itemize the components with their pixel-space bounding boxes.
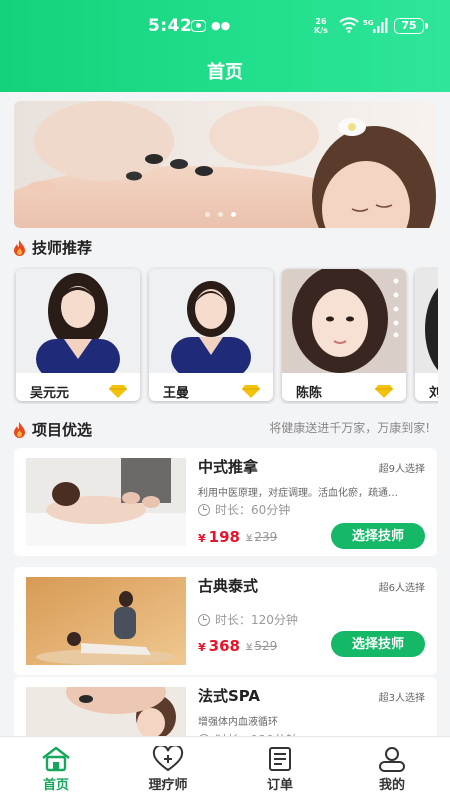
- therapist-name: 王曼: [163, 386, 190, 401]
- project-price: ¥198: [198, 528, 240, 546]
- diamond-badge-icon: [109, 385, 127, 398]
- tab-label: 首页: [42, 778, 69, 793]
- battery-indicator: 75: [394, 18, 428, 34]
- diamond-badge-icon: [375, 385, 393, 398]
- project-price: ¥368: [198, 637, 240, 655]
- clock-icon: [198, 503, 210, 516]
- diamond-badge-icon: [242, 385, 260, 398]
- therapist-card[interactable]: 刘: [415, 269, 438, 401]
- original-price-value: 529: [254, 639, 278, 653]
- therapist-carousel[interactable]: 吴元元 王曼 陈陈 刘: [10, 266, 438, 404]
- choose-therapist-button[interactable]: 选择技师: [331, 631, 425, 657]
- page-title: 首页: [207, 62, 243, 83]
- project-description: 增强体内血液循环: [198, 717, 278, 728]
- eye-protection-icon: [191, 20, 206, 32]
- order-list-icon: [269, 747, 291, 771]
- project-section-header: 项目优选: [12, 419, 92, 440]
- tab-home[interactable]: 首页: [0, 737, 112, 800]
- home-icon: [42, 746, 70, 772]
- project-description: 利用中医原理，对症调理。活血化瘀，疏通…: [198, 488, 398, 499]
- app-header: 5:42 ●● 26 K/s 5G 75 首页: [0, 0, 450, 92]
- project-card[interactable]: 中式推拿 超9人选择 利用中医原理，对症调理。活血化瘀，疏通… 时长：60分钟 …: [14, 448, 437, 556]
- flame-icon: [14, 239, 25, 256]
- project-original-price: ¥239: [246, 530, 277, 544]
- project-card[interactable]: 古典泰式 超6人选择 时长：120分钟 ¥368 ¥529 选择技师: [14, 567, 437, 675]
- price-value: 368: [208, 637, 240, 655]
- therapist-card[interactable]: 吴元元: [16, 269, 140, 401]
- network-speed-unit: K/s: [314, 26, 328, 35]
- bottom-tab-bar: 首页 理疗师 订单 我的: [0, 736, 450, 800]
- project-image: [26, 458, 186, 546]
- therapist-section-title: 技师推荐: [32, 239, 93, 257]
- banner-image: [14, 101, 436, 228]
- project-original-price: ¥529: [246, 639, 277, 653]
- status-bar: 5:42 ●● 26 K/s 5G 75: [0, 16, 450, 38]
- therapist-section-header: 技师推荐: [12, 237, 92, 258]
- network-speed: 26 K/s: [314, 17, 328, 35]
- project-popularity: 超3人选择: [378, 693, 425, 704]
- tab-orders[interactable]: 订单: [224, 737, 336, 800]
- project-popularity: 超9人选择: [378, 464, 425, 475]
- project-duration: 时长：120分钟: [198, 611, 298, 628]
- project-title: 中式推拿: [198, 458, 259, 476]
- project-section-slogan: 将健康送进千万家，万康到家!: [269, 421, 430, 435]
- project-duration: 时长：60分钟: [198, 501, 290, 518]
- tab-label: 订单: [266, 778, 293, 793]
- original-price-currency: ¥: [246, 533, 253, 544]
- project-popularity: 超6人选择: [378, 583, 425, 594]
- project-title: 古典泰式: [198, 577, 259, 595]
- therapist-card[interactable]: 陈陈: [282, 269, 406, 401]
- banner-dot[interactable]: [218, 212, 223, 217]
- price-value: 198: [208, 528, 240, 546]
- tab-label: 我的: [378, 778, 405, 793]
- project-duration-text: 时长：60分钟: [215, 503, 291, 517]
- therapist-photo: [415, 269, 438, 373]
- promo-banner[interactable]: [14, 101, 436, 228]
- clock-icon: [198, 613, 210, 626]
- network-speed-value: 26: [315, 17, 327, 26]
- therapist-photo: [282, 269, 406, 373]
- price-currency: ¥: [198, 532, 206, 545]
- user-icon: [379, 747, 405, 772]
- therapist-name: 吴元元: [30, 386, 70, 401]
- banner-pagination: [205, 212, 236, 217]
- signal-type-label: 5G: [363, 19, 374, 27]
- banner-dot-active[interactable]: [231, 212, 236, 217]
- tab-profile[interactable]: 我的: [336, 737, 448, 800]
- price-currency: ¥: [198, 641, 206, 654]
- banner-dot[interactable]: [205, 212, 210, 217]
- tab-label: 理疗师: [148, 778, 188, 793]
- original-price-value: 239: [254, 530, 278, 544]
- therapist-card[interactable]: 王曼: [149, 269, 273, 401]
- therapist-name: 陈陈: [296, 386, 323, 401]
- choose-therapist-button[interactable]: 选择技师: [331, 523, 425, 549]
- therapist-photo: [16, 269, 140, 373]
- wifi-icon: [339, 17, 359, 33]
- cellular-signal-icon: 5G: [363, 18, 388, 33]
- wechat-icon: ●●: [211, 19, 231, 32]
- tab-therapists[interactable]: 理疗师: [112, 737, 224, 800]
- original-price-currency: ¥: [246, 642, 253, 653]
- therapist-name: 刘: [429, 386, 438, 401]
- status-time: 5:42: [148, 16, 193, 36]
- heart-plus-icon: [152, 746, 184, 772]
- project-title: 法式SPA: [198, 687, 261, 705]
- project-duration-text: 时长：120分钟: [215, 613, 298, 627]
- project-section-title: 项目优选: [32, 421, 93, 439]
- project-image: [26, 577, 186, 665]
- therapist-photo: [149, 269, 273, 373]
- flame-icon: [14, 421, 25, 438]
